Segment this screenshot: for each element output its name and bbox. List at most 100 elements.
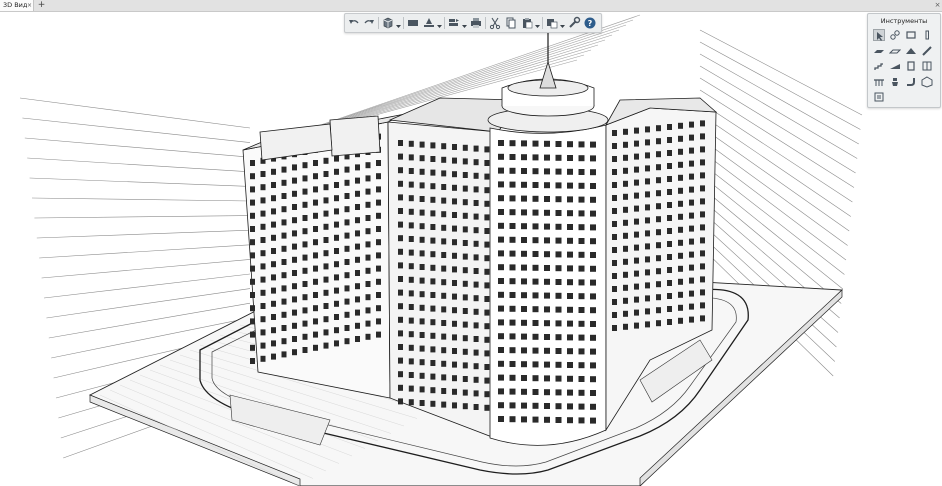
print-icon[interactable] bbox=[469, 16, 483, 30]
floor-tool-icon[interactable] bbox=[889, 45, 901, 57]
annotation-tool-icon[interactable] bbox=[873, 91, 885, 103]
window bbox=[473, 281, 479, 288]
window bbox=[544, 375, 550, 382]
3d-viewport[interactable] bbox=[0, 11, 942, 486]
window bbox=[250, 358, 255, 364]
window bbox=[656, 255, 661, 262]
slab-tool-icon[interactable] bbox=[873, 45, 885, 57]
undo-icon[interactable] bbox=[347, 16, 361, 30]
window bbox=[452, 280, 457, 286]
window bbox=[271, 195, 276, 202]
window bbox=[578, 417, 585, 424]
window bbox=[612, 247, 617, 253]
tab-close-icon[interactable]: × bbox=[27, 0, 32, 11]
window bbox=[355, 309, 360, 316]
window bbox=[656, 242, 661, 249]
window bbox=[656, 125, 661, 132]
layers-icon[interactable] bbox=[447, 16, 461, 30]
window bbox=[656, 177, 661, 184]
redo-icon[interactable] bbox=[362, 16, 376, 30]
plumbing-tool-icon[interactable] bbox=[889, 76, 901, 88]
level-plane-icon[interactable] bbox=[422, 16, 436, 30]
window bbox=[473, 268, 479, 274]
wrench-icon[interactable] bbox=[567, 16, 581, 30]
window bbox=[441, 238, 447, 245]
window bbox=[462, 280, 468, 287]
window bbox=[398, 221, 403, 228]
window bbox=[590, 376, 596, 383]
window bbox=[612, 325, 617, 331]
window bbox=[473, 308, 479, 315]
display-settings-icon[interactable] bbox=[545, 16, 559, 30]
window bbox=[408, 290, 414, 297]
level-line bbox=[39, 244, 251, 259]
window bbox=[419, 318, 425, 325]
tab-3d-view[interactable]: 3D Вид × bbox=[0, 0, 34, 11]
window bbox=[376, 173, 381, 180]
window bbox=[678, 187, 683, 194]
window bbox=[344, 219, 350, 226]
chevron-down-icon[interactable] bbox=[560, 17, 565, 29]
window bbox=[430, 292, 436, 298]
window bbox=[498, 374, 504, 381]
window bbox=[678, 213, 683, 220]
beam-tool-icon[interactable] bbox=[921, 45, 933, 57]
pipe-tool-icon[interactable] bbox=[905, 76, 917, 88]
cut-icon[interactable] bbox=[488, 16, 502, 30]
link-tool-icon[interactable] bbox=[889, 29, 901, 41]
level-line bbox=[699, 29, 863, 116]
ramp-tool-icon[interactable] bbox=[889, 60, 901, 72]
section-box-icon[interactable] bbox=[406, 16, 420, 30]
copy-icon[interactable] bbox=[504, 16, 518, 30]
window bbox=[612, 234, 617, 240]
window bbox=[484, 146, 490, 153]
window bbox=[323, 184, 329, 191]
chevron-down-icon[interactable] bbox=[396, 17, 401, 29]
column-tool-icon[interactable] bbox=[921, 29, 933, 41]
window bbox=[578, 238, 585, 244]
window-tool-icon[interactable] bbox=[921, 60, 933, 72]
window bbox=[398, 384, 403, 391]
chevron-down-icon[interactable] bbox=[535, 17, 540, 29]
window bbox=[376, 226, 381, 232]
toolbar-separator bbox=[378, 17, 379, 29]
stair-tool-icon[interactable] bbox=[873, 60, 885, 72]
window bbox=[452, 157, 457, 164]
window bbox=[612, 156, 617, 162]
window bbox=[678, 135, 683, 142]
window bbox=[590, 238, 596, 245]
window bbox=[590, 252, 596, 258]
window bbox=[344, 179, 350, 186]
window bbox=[521, 375, 527, 381]
select-cursor-icon[interactable] bbox=[873, 29, 885, 41]
window bbox=[521, 223, 527, 230]
view-cube-icon[interactable] bbox=[381, 16, 395, 30]
paste-icon[interactable] bbox=[520, 16, 534, 30]
add-tab-button[interactable]: + bbox=[37, 0, 46, 11]
wall-tool-icon[interactable] bbox=[905, 29, 917, 41]
chevron-down-icon[interactable] bbox=[437, 17, 442, 29]
object-tool-icon[interactable] bbox=[921, 75, 933, 88]
window bbox=[623, 323, 628, 330]
chevron-down-icon[interactable] bbox=[462, 17, 467, 29]
window bbox=[532, 333, 539, 340]
window bbox=[578, 320, 585, 327]
window bbox=[521, 347, 527, 354]
window bbox=[544, 196, 550, 202]
window bbox=[302, 175, 308, 182]
window bbox=[498, 181, 504, 188]
window bbox=[473, 254, 479, 261]
window bbox=[408, 208, 414, 215]
roof-tool-icon[interactable] bbox=[905, 45, 917, 57]
window bbox=[462, 403, 468, 410]
door-tool-icon[interactable] bbox=[905, 60, 917, 72]
window bbox=[462, 212, 468, 219]
window bbox=[441, 170, 447, 177]
window bbox=[344, 285, 350, 292]
window bbox=[634, 244, 639, 251]
window-close-icon[interactable]: × bbox=[933, 0, 942, 11]
window bbox=[656, 216, 661, 223]
railing-tool-icon[interactable] bbox=[873, 76, 885, 88]
window bbox=[355, 336, 360, 342]
help-icon[interactable]: ? bbox=[583, 16, 597, 30]
